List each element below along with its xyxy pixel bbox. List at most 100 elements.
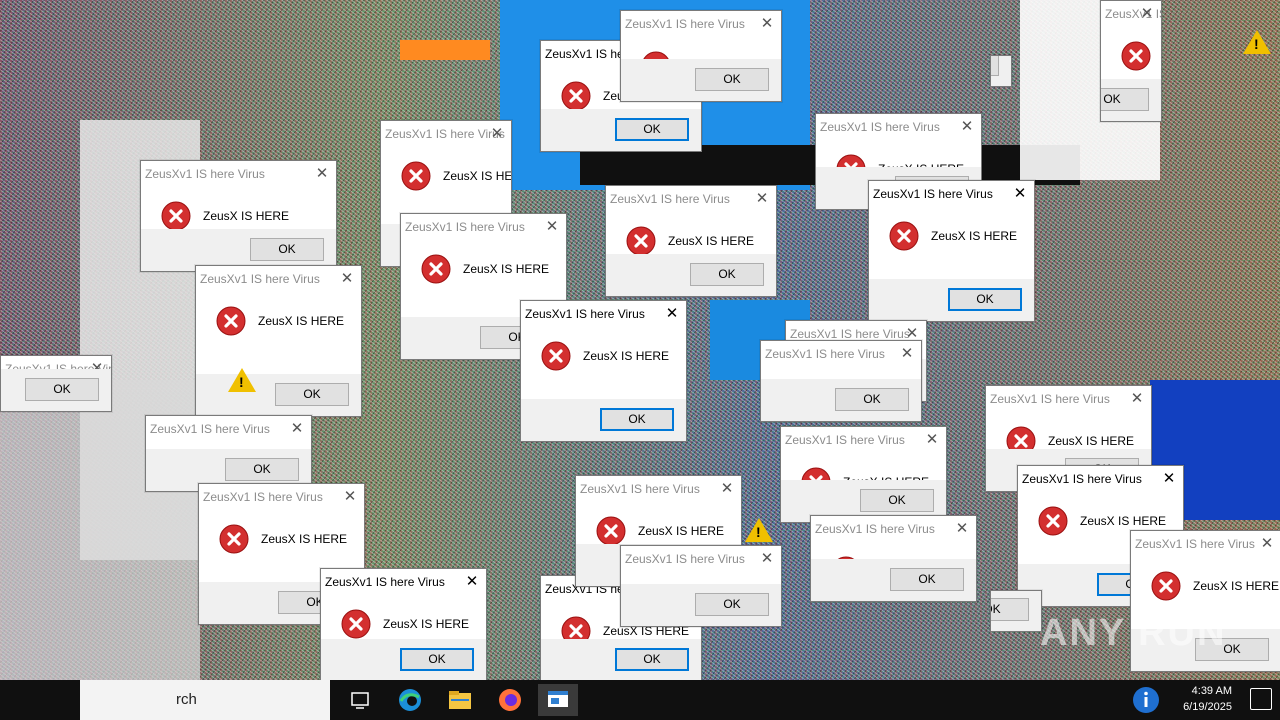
error-dialog[interactable]: ZeusXv1 IS here Virus✕ZeusX IS HEREOK	[520, 300, 687, 442]
notification-icon[interactable]	[1250, 688, 1272, 710]
dialog-app-icon[interactable]	[538, 684, 578, 716]
ok-button[interactable]: OK	[225, 458, 299, 481]
close-icon[interactable]: ✕	[544, 214, 560, 240]
ok-button[interactable]: OK	[250, 238, 324, 261]
error-icon	[219, 524, 249, 554]
ok-button[interactable]: OK	[695, 68, 769, 91]
dialog-title[interactable]: ZeusXv1 IS here Virus✕	[199, 484, 364, 510]
dialog-title[interactable]: ZeusXv1 IS here Virus✕	[381, 121, 511, 147]
search-box[interactable]: rch	[80, 680, 330, 720]
ok-button[interactable]: OK	[275, 383, 349, 406]
ok-button[interactable]: OK	[600, 408, 674, 431]
error-dialog[interactable]: ZeusXv1 IS here Virus✕ZeusX IS HEREOK	[320, 568, 487, 682]
ok-button[interactable]: OK	[1101, 88, 1149, 111]
dialog-title[interactable]: ZeusXv1 IS here Virus✕	[606, 186, 776, 212]
dialog-title[interactable]: ZeusXv1 IS here Virus✕	[141, 161, 336, 187]
ok-button[interactable]: OK	[860, 489, 934, 512]
ok-button[interactable]: OK	[25, 378, 99, 401]
dialog-title[interactable]: ZeusXv1 IS here Virus✕	[816, 114, 981, 140]
close-icon[interactable]: ✕	[924, 427, 940, 453]
close-icon[interactable]: ✕	[314, 161, 330, 187]
close-icon[interactable]: ✕	[959, 114, 975, 140]
error-dialog[interactable]: ZeusXv1 IS here Virus✕ZeusX IS HEREOK	[868, 180, 1035, 322]
dialog-footer: OK	[621, 584, 781, 626]
dialog-title[interactable]: ZeusXv1 IS here Virus✕	[1018, 466, 1183, 492]
dialog-title[interactable]: ZeusXv1 IS here Virus✕	[621, 546, 781, 572]
error-dialog[interactable]: ZeusXv1 IS here Virus✕ZeusX IS HEREOK	[605, 185, 777, 297]
error-dialog[interactable]: ZeusXv1 IS here Virus✕ZeusX IS HEREOK	[620, 545, 782, 627]
close-icon[interactable]: ✕	[339, 266, 355, 292]
error-dialog[interactable]: ZeusXv1 IS here Virus✕ZeusX IS HEREOK	[990, 55, 1012, 87]
error-dialog[interactable]: ZeusXv1 IS here Virus✕ZeusX IS HEREOK	[780, 426, 947, 523]
error-dialog[interactable]: ZeusXv1 IS here Virus✕ZeusX IS HEREOK	[810, 515, 977, 602]
dialog-title[interactable]: ZeusXv1 IS here Virus✕	[811, 516, 976, 542]
dialog-title[interactable]: ZeusXv1 IS here Virus✕	[401, 214, 566, 240]
ok-button[interactable]: OK	[991, 56, 999, 76]
edge-icon[interactable]	[390, 684, 430, 716]
close-icon[interactable]: ✕	[489, 121, 505, 147]
task-view-icon[interactable]	[340, 684, 380, 716]
dialog-title[interactable]: ZeusXv1 IS here Virus✕	[196, 266, 361, 292]
info-icon[interactable]	[1126, 684, 1166, 716]
dialog-title[interactable]: ZeusXv1 IS here Virus✕	[761, 341, 921, 367]
close-icon[interactable]: ✕	[464, 569, 480, 595]
error-dialog[interactable]: ZeusXv1 IS here Virus✕ZeusX IS HEREOK	[620, 10, 782, 102]
ok-button[interactable]: OK	[615, 648, 689, 671]
dialog-footer: OK	[811, 559, 976, 601]
error-icon	[421, 254, 451, 284]
error-dialog[interactable]: ZeusXv1 IS here Virus✕ZeusX IS HEREOK	[760, 340, 922, 422]
error-icon	[216, 306, 246, 336]
dialog-title[interactable]: ZeusXv1 IS here Virus✕	[781, 427, 946, 453]
close-icon[interactable]: ✕	[719, 476, 735, 502]
clock-date: 6/19/2025	[1183, 701, 1232, 713]
close-icon[interactable]: ✕	[899, 341, 915, 367]
ok-button[interactable]: OK	[690, 263, 764, 286]
close-icon[interactable]: ✕	[1129, 386, 1145, 412]
error-dialog[interactable]: ZeusXv1 IS here Virus✕ZeusX IS HEREOK	[1100, 0, 1162, 122]
dialog-message: ZeusX IS HERE	[443, 169, 512, 183]
close-icon[interactable]: ✕	[664, 301, 680, 327]
error-dialog[interactable]: ZeusXv1 IS here Virus✕ZeusX IS HEREOK	[145, 415, 312, 492]
firefox-icon[interactable]	[490, 684, 530, 716]
ok-button[interactable]: OK	[615, 118, 689, 141]
dialog-title[interactable]: ZeusXv1 IS here Virus✕	[986, 386, 1151, 412]
file-explorer-icon[interactable]	[440, 684, 480, 716]
dialog-title[interactable]: ZeusXv1 IS here Virus✕	[1131, 531, 1280, 557]
dialog-message: ZeusX IS HERE	[203, 209, 290, 223]
ok-button[interactable]: OK	[695, 593, 769, 616]
error-dialog[interactable]: ZeusXv1 IS here Virus✕ZeusX IS HEREOK	[990, 590, 1042, 632]
dialog-title[interactable]: ZeusXv1 IS here Virus✕	[321, 569, 486, 595]
close-icon[interactable]: ✕	[1139, 1, 1155, 27]
ok-button[interactable]: OK	[890, 568, 964, 591]
dialog-title[interactable]: ZeusXv1 IS here Virus✕	[146, 416, 311, 442]
error-dialog[interactable]: ZeusXv1 IS here Virus✕ ZeusX IS HERE OK	[140, 160, 337, 272]
error-icon	[341, 609, 371, 639]
close-icon[interactable]: ✕	[754, 186, 770, 212]
dialog-message: ZeusX IS HERE	[261, 532, 348, 546]
close-icon[interactable]: ✕	[289, 416, 305, 442]
close-icon[interactable]: ✕	[1259, 531, 1275, 557]
error-dialog[interactable]: ZeusXv1 IS here Virus✕ZeusX IS HEREOK	[0, 355, 112, 412]
ok-button[interactable]: OK	[948, 288, 1022, 311]
close-icon[interactable]: ✕	[1161, 466, 1177, 492]
close-icon[interactable]: ✕	[954, 516, 970, 542]
error-dialog[interactable]: ZeusXv1 IS here Virus✕ZeusX IS HEREOK	[195, 265, 362, 417]
dialog-title[interactable]: ZeusXv1 IS here Virus✕	[621, 11, 781, 37]
dialog-title[interactable]: ZeusXv1 IS here Virus✕	[576, 476, 741, 502]
ok-button[interactable]: OK	[400, 648, 474, 671]
tray-clock[interactable]: 4:39 AM 6/19/2025	[1183, 683, 1232, 715]
ok-button[interactable]: OK	[991, 598, 1029, 621]
close-icon[interactable]: ✕	[759, 11, 775, 37]
dialog-body: ZeusX IS HERE	[869, 207, 1034, 287]
error-icon	[1121, 41, 1151, 71]
taskbar: rch 4:39 AM 6/19/2025	[0, 680, 1280, 720]
dialog-title[interactable]: ZeusXv1 IS here Virus✕	[1101, 1, 1161, 27]
dialog-title[interactable]: ZeusXv1 IS here Virus✕	[521, 301, 686, 327]
close-icon[interactable]: ✕	[1012, 181, 1028, 207]
close-icon[interactable]: ✕	[342, 484, 358, 510]
ok-button[interactable]: OK	[835, 388, 909, 411]
dialog-footer: OK	[869, 279, 1034, 321]
dialog-title[interactable]: ZeusXv1 IS here Virus✕	[869, 181, 1034, 207]
close-icon[interactable]: ✕	[759, 546, 775, 572]
glitch-block	[400, 40, 490, 60]
